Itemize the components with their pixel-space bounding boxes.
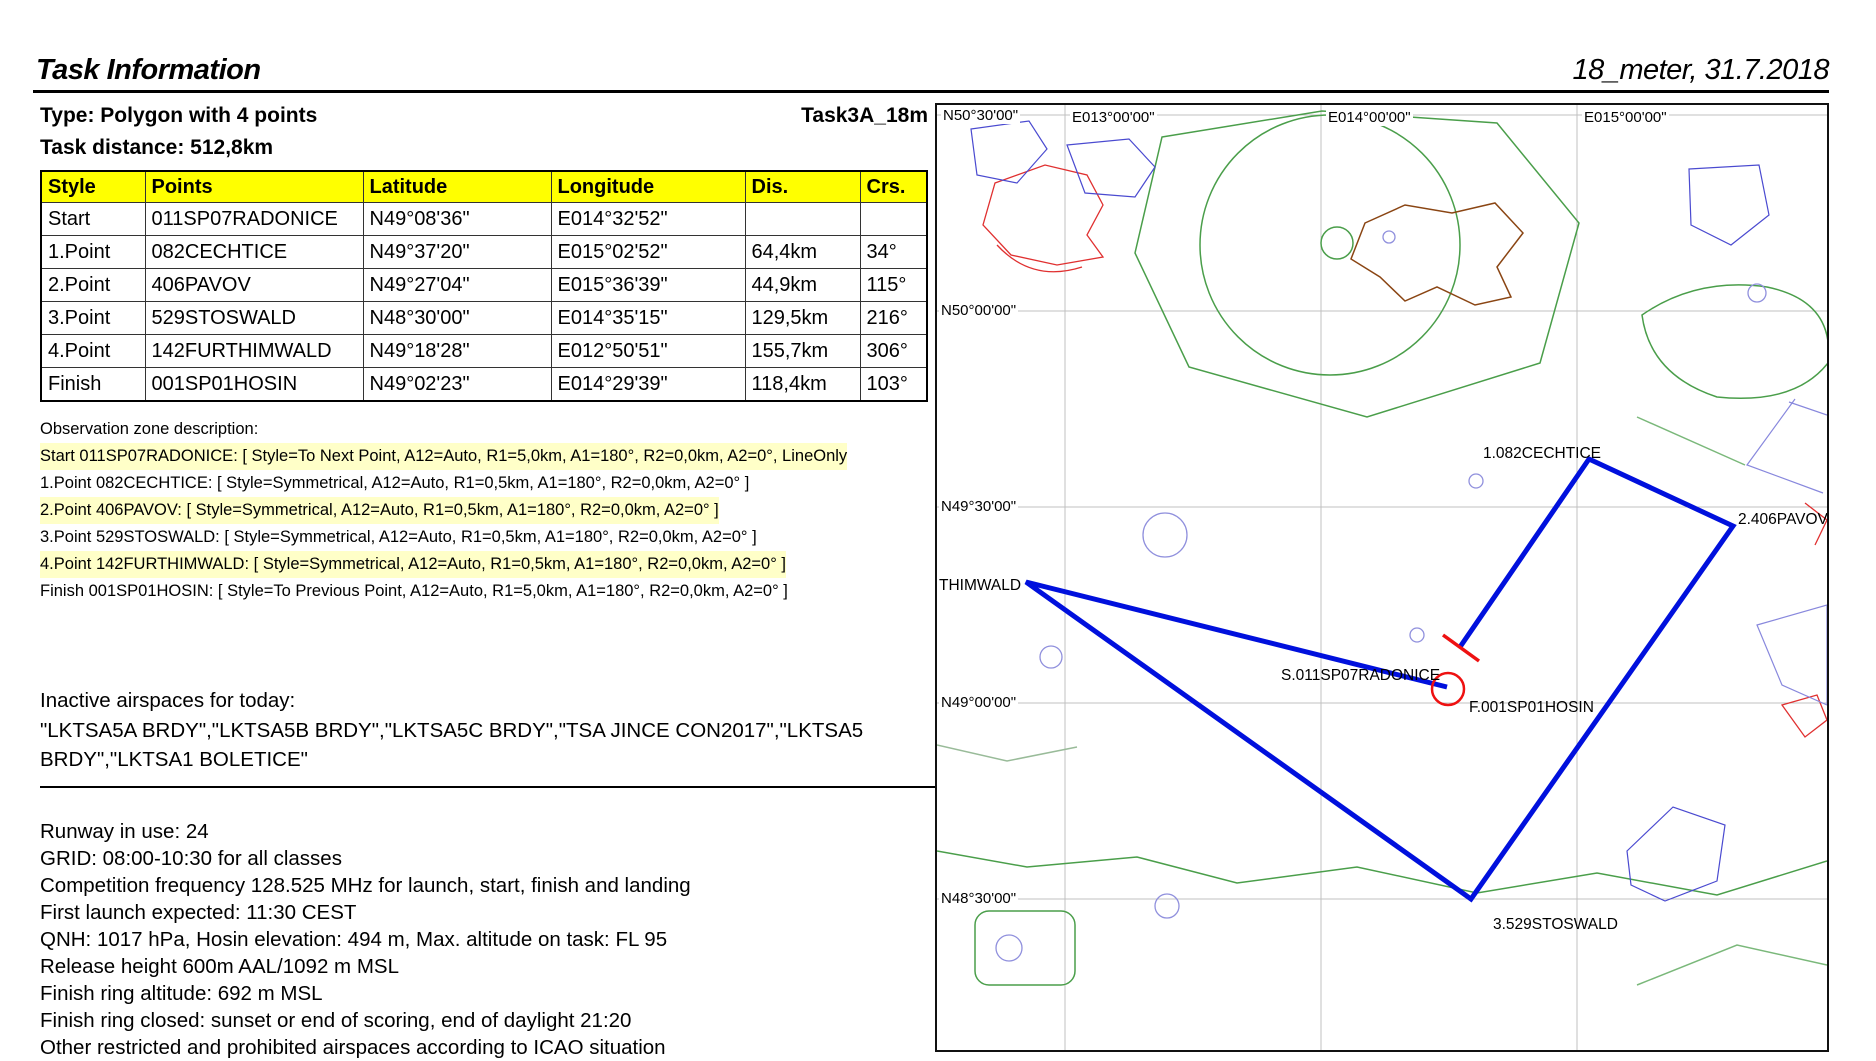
task-distance: Task distance: 512,8km xyxy=(40,136,273,160)
col-crs: Crs. xyxy=(860,171,927,203)
table-row: 3.Point529STOSWALDN48°30'00"E014°35'15"1… xyxy=(41,302,927,335)
briefing-runway: Runway in use: 24 xyxy=(40,818,960,845)
section-divider xyxy=(40,786,935,788)
airspace-brown-shape xyxy=(1351,203,1523,305)
observation-heading: Observation zone description: xyxy=(40,416,935,443)
grid-label-n4930: N49°30'00" xyxy=(939,498,1018,515)
airspace-red-shapes xyxy=(983,165,1827,737)
inactive-line-2: BRDY","LKTSA1 BOLETICE" xyxy=(40,745,940,775)
task-summary-row: Type: Polygon with 4 points Task3A_18m xyxy=(40,104,928,128)
col-latitude: Latitude xyxy=(363,171,551,203)
table-row: Finish001SP01HOSINN49°02'23"E014°29'39"1… xyxy=(41,368,927,402)
obs-line-start: Start 011SP07RADONICE: [ Style=To Next P… xyxy=(40,443,847,470)
task-name: Task3A_18m xyxy=(801,104,928,128)
col-points: Points xyxy=(145,171,363,203)
grid-label-e014: E014°00'00" xyxy=(1326,109,1413,126)
obs-line-2: 2.Point 406PAVOV: [ Style=Symmetrical, A… xyxy=(40,497,719,524)
briefing-first-launch: First launch expected: 11:30 CEST xyxy=(40,899,960,926)
task-type: Type: Polygon with 4 points xyxy=(40,104,317,128)
graticule xyxy=(937,105,1827,1050)
task-map: N50°30'00" E013°00'00" E014°00'00" E015°… xyxy=(935,103,1829,1052)
grid-label-e015: E015°00'00" xyxy=(1582,109,1669,126)
map-label-furthimwald: THIMWALD xyxy=(939,577,1021,595)
table-row: 1.Point082CECHTICEN49°37'20"E015°02'52"6… xyxy=(41,236,927,269)
obs-line-1: 1.Point 082CECHTICE: [ Style=Symmetrical… xyxy=(40,474,749,492)
map-canvas xyxy=(937,105,1827,1050)
grid-label-n5030: N50°30'00" xyxy=(941,107,1020,124)
airfield-circles xyxy=(996,231,1766,961)
page-title: Task Information xyxy=(36,54,261,87)
start-line xyxy=(1443,635,1479,661)
obs-line-3: 3.Point 529STOSWALD: [ Style=Symmetrical… xyxy=(40,528,757,546)
map-label-cechtice: 1.082CECHTICE xyxy=(1483,445,1601,463)
map-label-hosin: F.001SP01HOSIN xyxy=(1469,699,1594,717)
inactive-heading: Inactive airspaces for today: xyxy=(40,686,940,716)
briefing-block: Runway in use: 24 GRID: 08:00-10:30 for … xyxy=(40,818,960,1061)
briefing-qnh: QNH: 1017 hPa, Hosin elevation: 494 m, M… xyxy=(40,926,960,953)
table-row: Start011SP07RADONICEN49°08'36"E014°32'52… xyxy=(41,203,927,236)
col-style: Style xyxy=(41,171,145,203)
map-label-stoswald: 3.529STOSWALD xyxy=(1493,916,1618,934)
title-divider xyxy=(33,90,1829,93)
inactive-line-1: "LKTSA5A BRDY","LKTSA5B BRDY","LKTSA5C B… xyxy=(40,716,940,746)
map-label-radonice: S.011SP07RADONICE xyxy=(1281,667,1440,685)
class-and-date: 18_meter, 31.7.2018 xyxy=(1572,54,1829,87)
obs-line-finish: Finish 001SP01HOSIN: [ Style=To Previous… xyxy=(40,582,788,600)
col-longitude: Longitude xyxy=(551,171,745,203)
briefing-frequency: Competition frequency 128.525 MHz for la… xyxy=(40,872,960,899)
briefing-release-height: Release height 600m AAL/1092 m MSL xyxy=(40,953,960,980)
inactive-airspaces-block: Inactive airspaces for today: "LKTSA5A B… xyxy=(40,686,940,775)
grid-label-n4830: N48°30'00" xyxy=(939,890,1018,907)
observation-zone-block: Observation zone description: Start 011S… xyxy=(40,416,935,605)
table-row: 2.Point406PAVOVN49°27'04"E015°36'39"44,9… xyxy=(41,269,927,302)
grid-label-n5000: N50°00'00" xyxy=(939,302,1018,319)
table-header-row: Style Points Latitude Longitude Dis. Crs… xyxy=(41,171,927,203)
briefing-finish-closed: Finish ring closed: sunset or end of sco… xyxy=(40,1007,960,1034)
table-row: 4.Point142FURTHIMWALDN49°18'28"E012°50'5… xyxy=(41,335,927,368)
briefing-other-airspaces: Other restricted and prohibited airspace… xyxy=(40,1034,960,1061)
briefing-finish-altitude: Finish ring altitude: 692 m MSL xyxy=(40,980,960,1007)
obs-line-4: 4.Point 142FURTHIMWALD: [ Style=Symmetri… xyxy=(40,551,786,578)
briefing-grid: GRID: 08:00-10:30 for all classes xyxy=(40,845,960,872)
map-label-pavov: 2.406PAVOV xyxy=(1738,511,1828,529)
col-dis: Dis. xyxy=(745,171,860,203)
turnpoint-table: Style Points Latitude Longitude Dis. Crs… xyxy=(40,170,928,402)
grid-label-e013: E013°00'00" xyxy=(1070,109,1157,126)
grid-label-n4900: N49°00'00" xyxy=(939,694,1018,711)
airspace-green-shapes xyxy=(937,111,1827,985)
